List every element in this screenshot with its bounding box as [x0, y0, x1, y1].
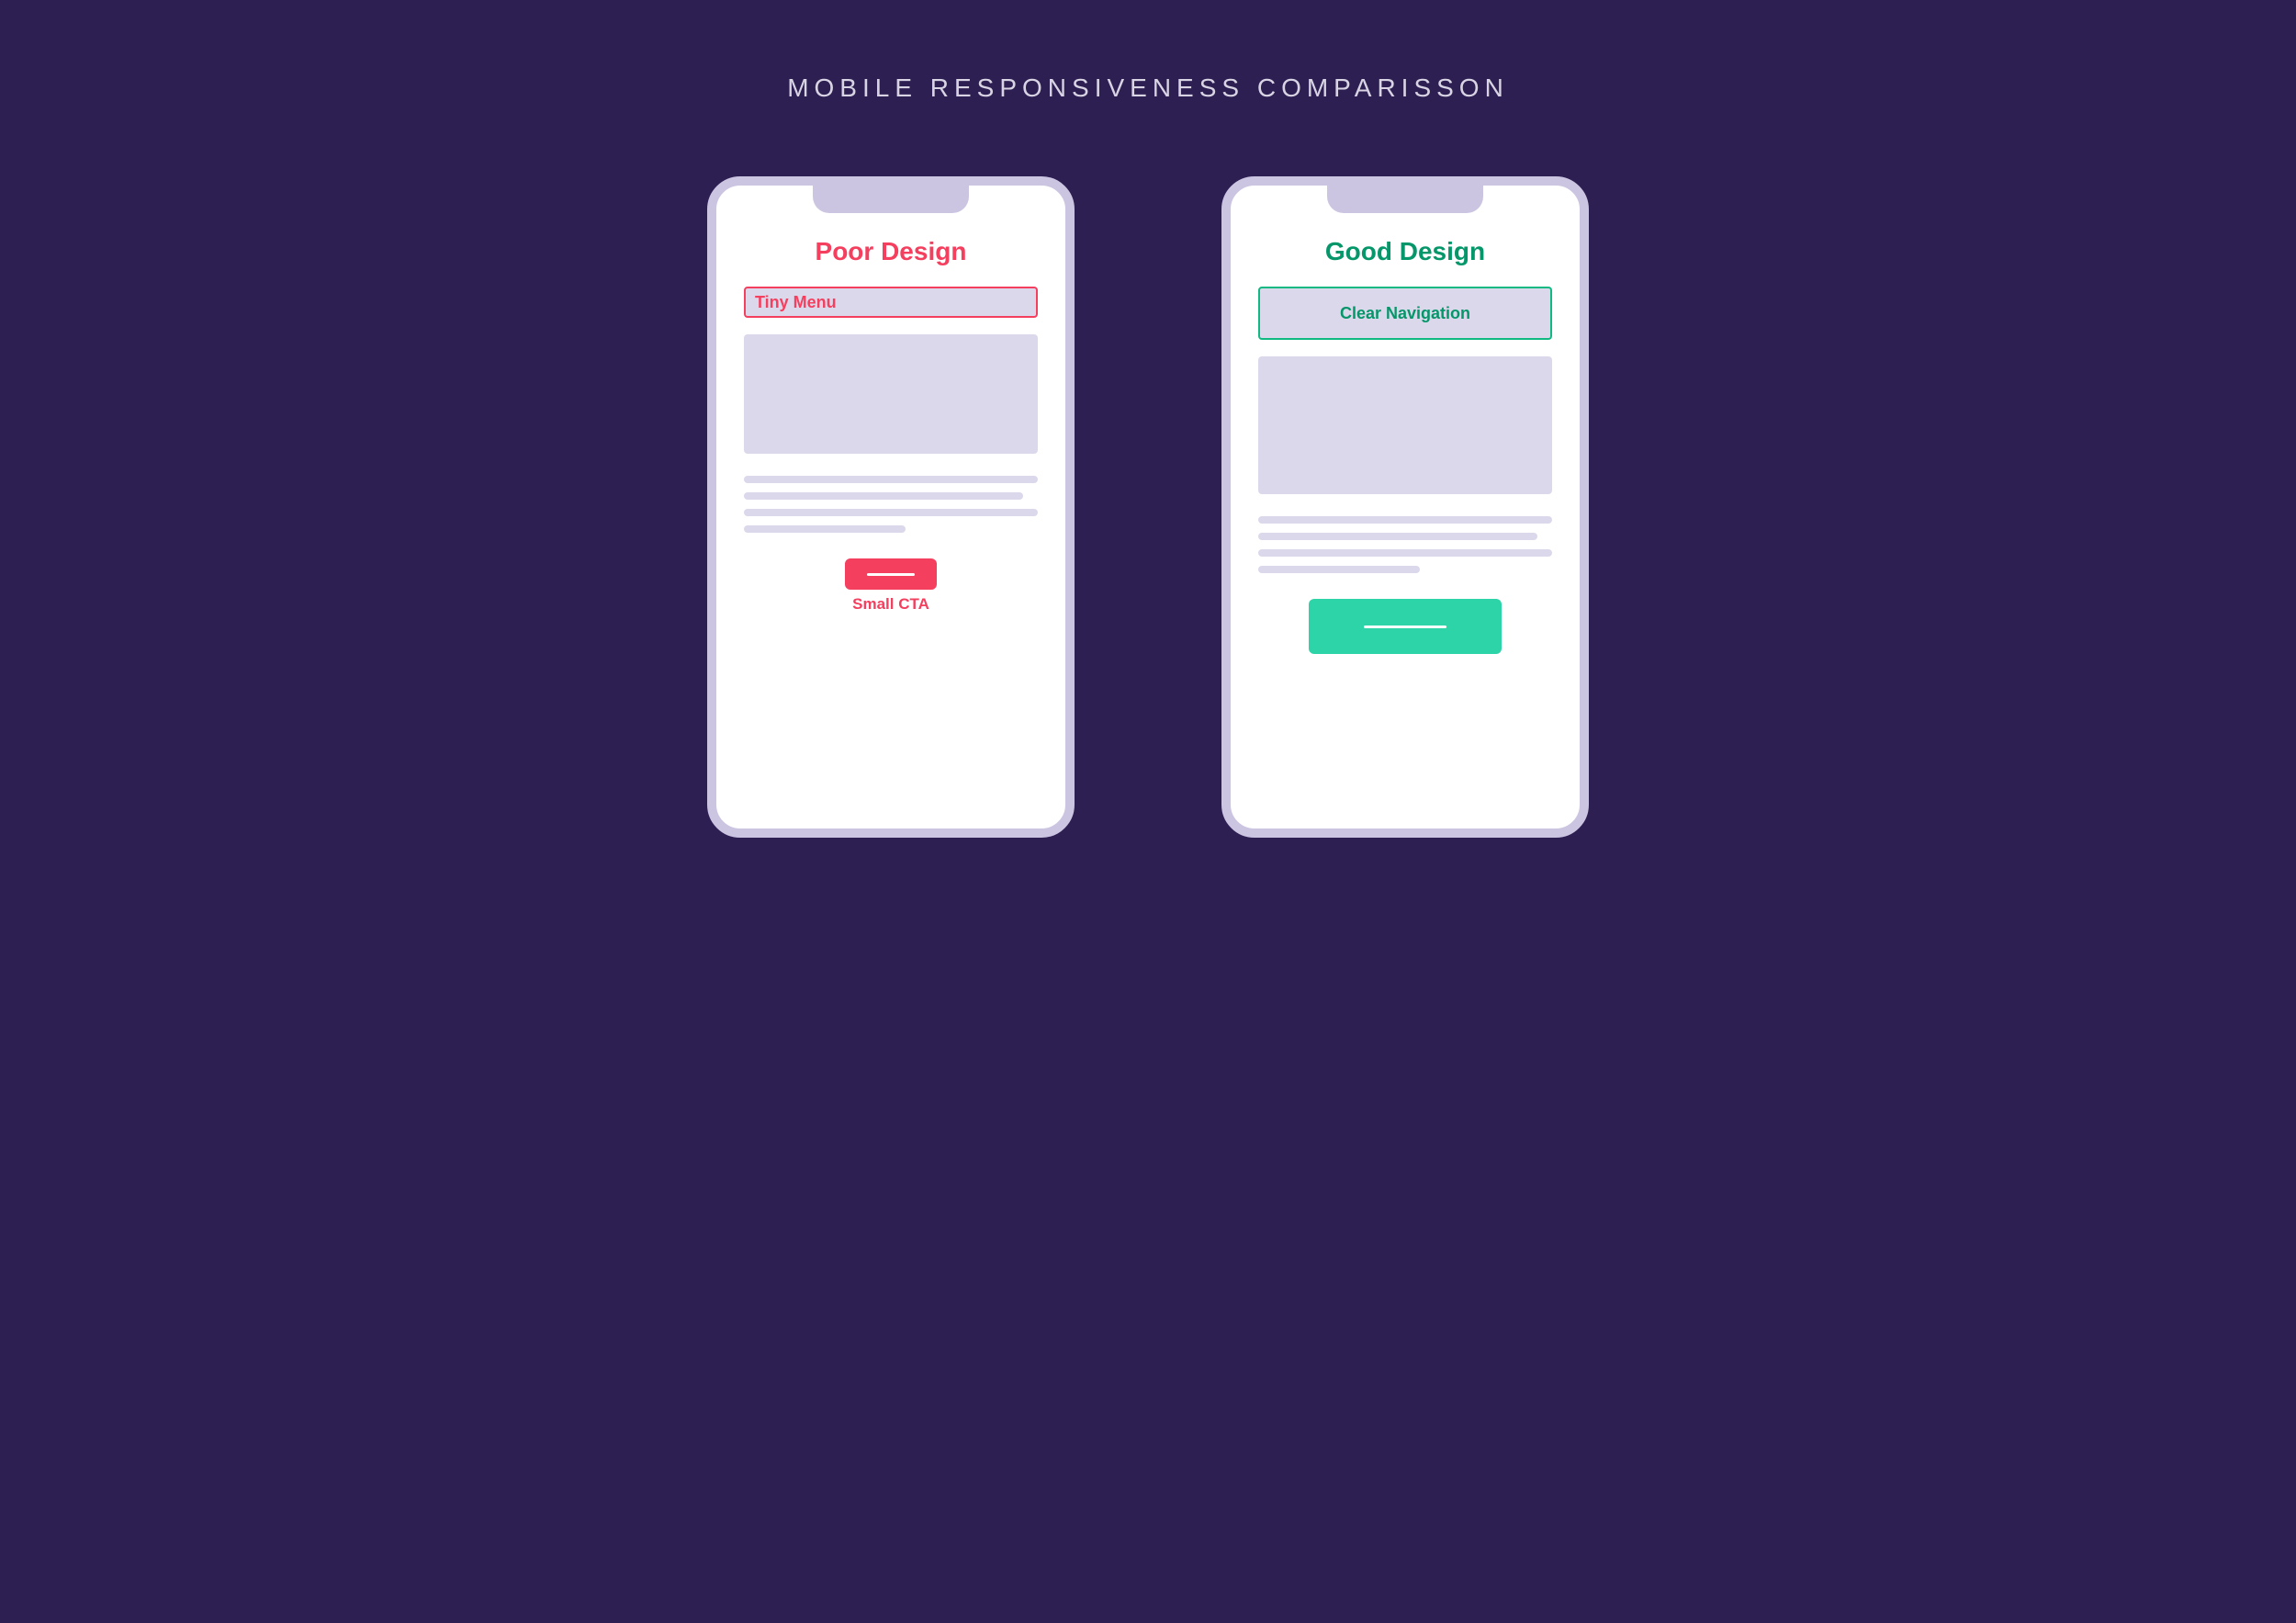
placeholder-line [744, 476, 1038, 483]
phone-bad: Poor Design Tiny Menu Small CTA [707, 176, 1075, 838]
phone-notch-icon [1327, 184, 1483, 213]
placeholder-line [1258, 566, 1420, 573]
placeholder-line [744, 525, 906, 533]
bad-cta-caption: Small CTA [852, 595, 929, 614]
bad-nav-label: Tiny Menu [755, 293, 837, 312]
good-hero-placeholder [1258, 356, 1552, 494]
phone-bad-screen: Poor Design Tiny Menu Small CTA [716, 186, 1065, 641]
bad-cta-button [845, 558, 937, 590]
cta-label-placeholder [1364, 626, 1446, 628]
phone-notch-icon [813, 184, 969, 213]
good-heading: Good Design [1258, 237, 1552, 266]
good-nav-label: Clear Navigation [1340, 304, 1470, 323]
phones-row: Poor Design Tiny Menu Small CTA Good De [37, 176, 2259, 838]
placeholder-line [744, 492, 1023, 500]
phone-good: Good Design Clear Navigation [1221, 176, 1589, 838]
good-nav-box: Clear Navigation [1258, 287, 1552, 340]
cta-label-placeholder [867, 573, 915, 576]
good-text-lines [1258, 516, 1552, 573]
page-title: MOBILE RESPONSIVENESS COMPARISSON [787, 73, 1509, 103]
placeholder-line [1258, 549, 1552, 557]
good-cta-wrap [1258, 599, 1552, 654]
bad-cta-wrap: Small CTA [744, 558, 1038, 614]
placeholder-line [744, 509, 1038, 516]
good-cta-button [1309, 599, 1502, 654]
placeholder-line [1258, 516, 1552, 524]
bad-text-lines [744, 476, 1038, 533]
bad-heading: Poor Design [744, 237, 1038, 266]
phone-good-screen: Good Design Clear Navigation [1231, 186, 1580, 682]
bad-nav-box: Tiny Menu [744, 287, 1038, 318]
placeholder-line [1258, 533, 1537, 540]
bad-hero-placeholder [744, 334, 1038, 454]
